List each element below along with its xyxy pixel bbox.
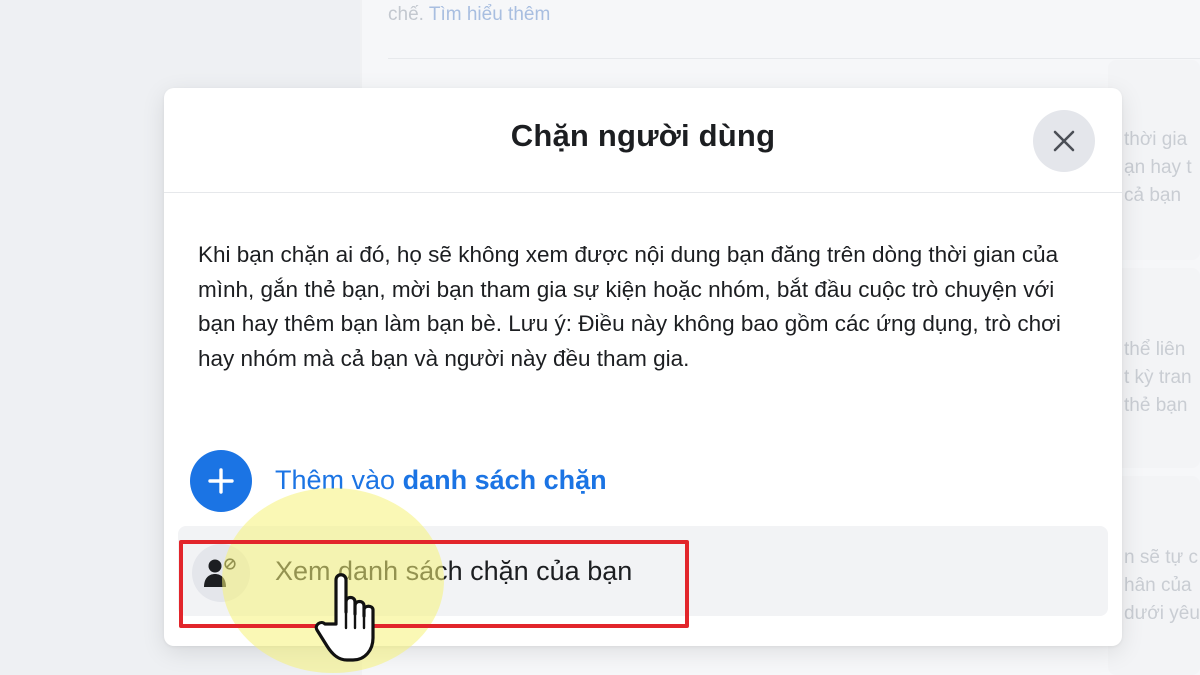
background-top-text-label: chế. bbox=[388, 4, 424, 25]
plus-icon-circle bbox=[190, 450, 252, 512]
plus-icon bbox=[208, 468, 234, 494]
background-text-snippet: ạn hay t bbox=[1124, 157, 1192, 178]
background-top-text: chế. Tìm hiểu thêm bbox=[388, 4, 550, 26]
background-divider bbox=[388, 58, 1200, 59]
dialog-title: Chặn người dùng bbox=[510, 118, 776, 153]
dialog-header: Chặn người dùng bbox=[164, 88, 1122, 193]
background-text-snippet: thể liên bbox=[1124, 339, 1186, 360]
background-text-snippet: n sẽ tự c bbox=[1124, 547, 1198, 568]
background-text-snippet: dưới yêu bbox=[1124, 603, 1200, 624]
background-text-snippet: thời gia bbox=[1124, 129, 1188, 150]
background-text-snippet: t kỳ tran bbox=[1124, 367, 1192, 388]
background-text-snippet: thẻ bạn bbox=[1124, 395, 1188, 416]
hand-pointer-icon bbox=[314, 573, 375, 662]
dialog-description: Khi bạn chặn ai đó, họ sẽ không xem được… bbox=[198, 242, 1061, 371]
background-text-snippet: hân của bbox=[1124, 575, 1192, 596]
close-icon bbox=[1053, 130, 1075, 152]
close-button[interactable] bbox=[1033, 110, 1095, 172]
screen: chế. Tìm hiểu thêm thời gia ạn hay t cả … bbox=[0, 0, 1200, 675]
add-label-bold: danh sách chặn bbox=[402, 465, 607, 495]
background-text-snippet: cả bạn bbox=[1124, 185, 1182, 206]
annotation-highlight-box bbox=[179, 540, 689, 628]
background-learn-more-link[interactable]: Tìm hiểu thêm bbox=[429, 4, 550, 25]
